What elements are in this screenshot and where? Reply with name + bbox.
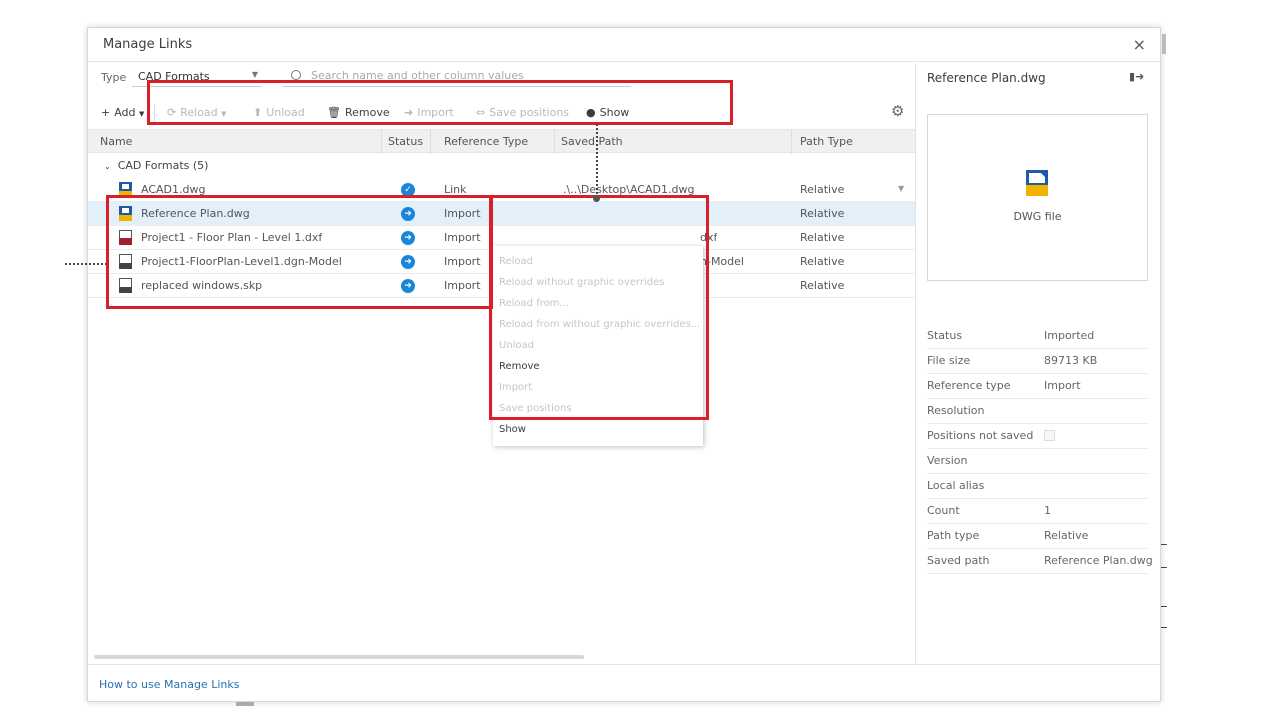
property-value: Reference Plan.dwg	[1044, 554, 1153, 567]
callout-connector	[65, 263, 107, 265]
row-path-type: Relative	[800, 231, 845, 244]
menu-item-show[interactable]: Show	[499, 424, 526, 435]
property-value: Relative	[1044, 529, 1089, 542]
property-label: Positions not saved	[927, 429, 1034, 442]
property-label: Path type	[927, 529, 980, 542]
property-label: Local alias	[927, 479, 985, 492]
chevron-down-icon: ▼	[139, 110, 145, 118]
row-path-type: Relative	[800, 183, 845, 196]
property-row: Version	[927, 449, 1148, 474]
property-label: Resolution	[927, 404, 985, 417]
dialog-footer: How to use Manage Links	[88, 664, 1160, 702]
property-row: Resolution	[927, 399, 1148, 424]
horizontal-scrollbar[interactable]	[94, 655, 584, 659]
property-label: Reference type	[927, 379, 1011, 392]
property-label: File size	[927, 354, 971, 367]
help-link[interactable]: How to use Manage Links	[99, 678, 239, 691]
background-element	[236, 702, 254, 706]
column-header-saved-path[interactable]: Saved Path	[561, 135, 623, 148]
background-tick	[1161, 627, 1167, 628]
property-row: Local alias	[927, 474, 1148, 499]
property-value: Imported	[1044, 329, 1095, 342]
row-path-type: Relative	[800, 255, 845, 268]
close-button[interactable]: ×	[1133, 35, 1146, 54]
column-header-path-type[interactable]: Path Type	[800, 135, 853, 148]
chevron-down-icon[interactable]: ▼	[898, 184, 904, 193]
callout-connector	[596, 124, 598, 198]
gear-icon[interactable]: ⚙	[891, 102, 904, 120]
property-row: Saved path Reference Plan.dwg	[927, 549, 1153, 574]
background-scrollbar	[1162, 34, 1166, 54]
background-tick	[1161, 544, 1167, 545]
toolbar-highlight-box	[147, 80, 733, 125]
chevron-down-icon: ▼	[251, 70, 258, 79]
property-label: Status	[927, 329, 963, 342]
details-pane: Reference Plan.dwg ▮➜ DWG file Status Imp…	[915, 63, 1161, 663]
property-label: Saved path	[927, 554, 990, 567]
type-label: Type	[101, 71, 127, 84]
file-preview: DWG file	[927, 114, 1148, 281]
property-row: Path type Relative	[927, 524, 1148, 549]
rows-highlight-box	[106, 195, 493, 309]
row-path-type: Relative	[800, 279, 845, 292]
column-divider	[381, 130, 382, 154]
background-tick	[1161, 606, 1167, 607]
group-count: (5)	[192, 159, 209, 172]
add-button[interactable]: + Add ▼	[101, 106, 144, 119]
preview-caption: DWG file	[1013, 210, 1062, 223]
callout-knob	[593, 195, 600, 202]
property-row: Reference type Import	[927, 374, 1148, 399]
plus-icon: +	[101, 106, 111, 119]
property-value: Import	[1044, 379, 1081, 392]
column-divider	[430, 130, 431, 154]
property-value: 1	[1044, 504, 1051, 517]
column-header-status[interactable]: Status	[388, 135, 423, 148]
property-value: 89713 KB	[1044, 354, 1098, 367]
property-label: Count	[927, 504, 960, 517]
context-menu-highlight-box	[489, 195, 709, 420]
group-label: CAD Formats	[117, 159, 190, 172]
chevron-down-icon: ⌄	[104, 162, 111, 171]
dwg-file-icon	[1026, 170, 1048, 196]
column-divider	[791, 130, 792, 154]
search-icon	[291, 70, 301, 80]
add-label: Add	[114, 106, 136, 119]
property-row: Status Imported	[927, 324, 1148, 349]
property-row: File size 89713 KB	[927, 349, 1148, 374]
background-tick	[1161, 567, 1167, 568]
property-row: Positions not saved	[927, 424, 1148, 449]
column-divider	[554, 130, 555, 154]
group-label-wrap: ⌄ CAD Formats (5)	[104, 159, 208, 172]
positions-not-saved-checkbox	[1044, 430, 1055, 441]
collapse-panel-icon[interactable]: ▮➜	[1129, 70, 1144, 83]
column-header-reference-type[interactable]: Reference Type	[444, 135, 528, 148]
group-row-cad-formats[interactable]: ⌄ CAD Formats (5)	[88, 154, 915, 178]
property-row: Count 1	[927, 499, 1148, 524]
title-bar: Manage Links ×	[88, 28, 1160, 62]
dialog-title: Manage Links	[103, 37, 193, 52]
grid-header: Name Status Reference Type Saved Path Pa…	[88, 129, 915, 154]
property-label: Version	[927, 454, 968, 467]
column-header-name[interactable]: Name	[100, 135, 132, 148]
row-path-type: Relative	[800, 207, 845, 220]
details-title: Reference Plan.dwg	[927, 71, 1046, 85]
